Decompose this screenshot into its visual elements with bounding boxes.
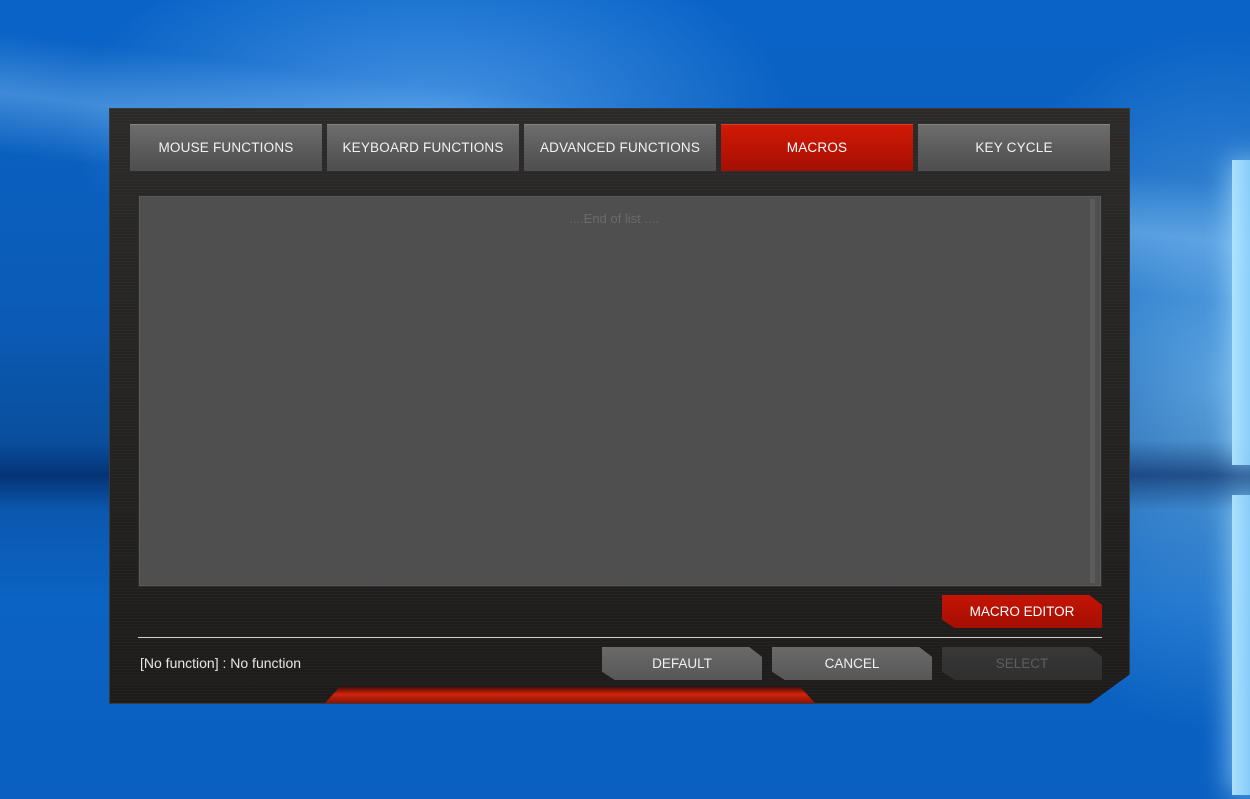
macro-list[interactable]: ....End of list .... [138, 195, 1102, 587]
macro-editor-button[interactable]: MACRO EDITOR [942, 595, 1102, 628]
selected-function-status: [No function] : No function [140, 655, 302, 671]
function-tabs: MOUSE FUNCTIONS KEYBOARD FUNCTIONS ADVAN… [130, 124, 1110, 171]
list-scrollbar[interactable] [1090, 199, 1095, 583]
tab-mouse-functions[interactable]: MOUSE FUNCTIONS [130, 124, 322, 171]
cancel-button[interactable]: CANCEL [772, 647, 932, 680]
bottom-accent-bar [325, 687, 815, 703]
end-of-list-text: ....End of list .... [569, 211, 659, 226]
tab-advanced-functions[interactable]: ADVANCED FUNCTIONS [524, 124, 716, 171]
windows-logo-pane-bottom [1232, 495, 1250, 795]
divider [138, 637, 1102, 638]
tab-macros[interactable]: MACROS [721, 124, 913, 171]
default-button[interactable]: DEFAULT [602, 647, 762, 680]
select-button[interactable]: SELECT [942, 647, 1102, 680]
tab-keyboard-functions[interactable]: KEYBOARD FUNCTIONS [327, 124, 519, 171]
function-assign-dialog: MOUSE FUNCTIONS KEYBOARD FUNCTIONS ADVAN… [109, 108, 1130, 704]
tab-key-cycle[interactable]: KEY CYCLE [918, 124, 1110, 171]
windows-logo-pane-top [1232, 160, 1250, 465]
